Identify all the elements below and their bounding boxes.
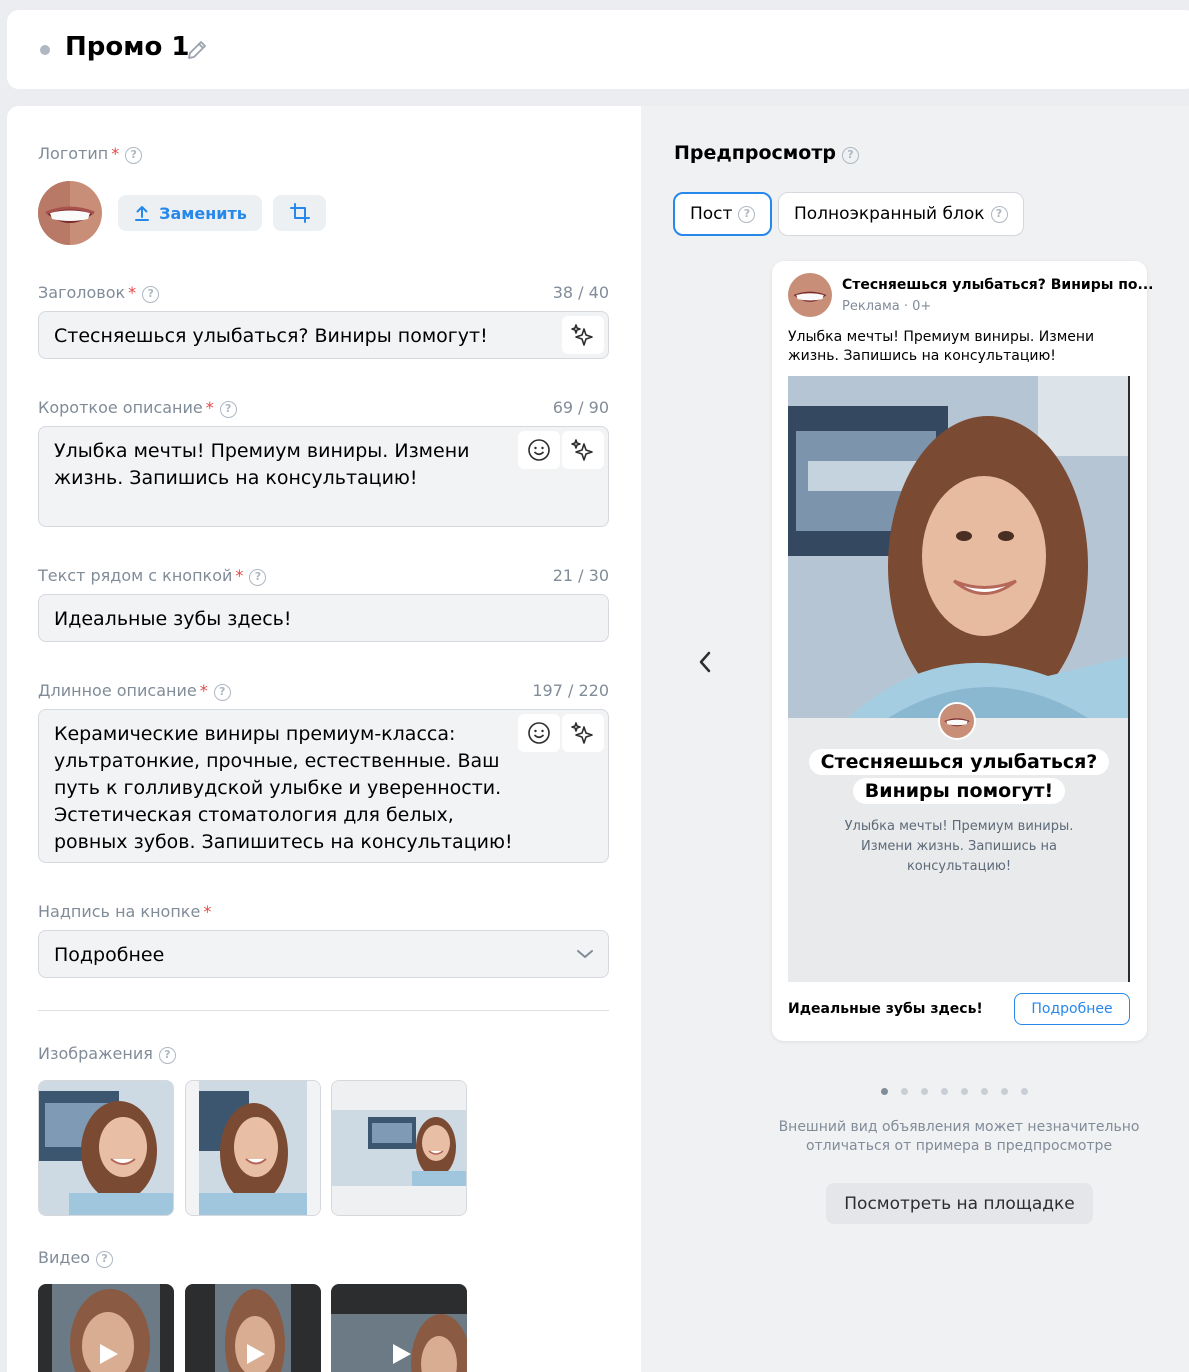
editor-panel: Логотип *? Заменить Заголовок *? 38 / 40 С…	[7, 106, 1189, 1372]
card-media: Стесняешься улыбаться? Виниры помогут! У…	[788, 376, 1130, 982]
card-text: Улыбка мечты! Премиум виниры. Измени жиз…	[788, 329, 1095, 364]
emoji-button[interactable]	[518, 714, 560, 752]
help-icon: ?	[219, 401, 237, 418]
logo-image	[38, 181, 102, 245]
help-icon: ?	[158, 1047, 176, 1064]
overlay-logo	[938, 702, 976, 740]
headline-label: Заголовок *?	[38, 283, 160, 303]
button-text-counter: 21 / 30	[552, 566, 609, 585]
divider	[38, 1010, 609, 1011]
preview-disclaimer: Внешний вид объявления может незначитель…	[778, 1119, 1140, 1154]
logo-label: Логотип *?	[38, 144, 143, 164]
short-desc-textarea[interactable]: Улыбка мечты! Премиум виниры. Измени жиз…	[38, 426, 609, 527]
short-desc-label: Короткое описание *?	[38, 398, 237, 418]
top-bar: Промо 1	[7, 10, 1189, 89]
emoji-icon	[528, 722, 550, 744]
video-thumbnail[interactable]	[185, 1284, 321, 1372]
sparkle-icon	[571, 324, 593, 346]
card-avatar	[788, 273, 832, 317]
edit-pencil-icon[interactable]	[185, 38, 209, 62]
help-icon: ?	[249, 569, 267, 586]
carousel-dot[interactable]	[961, 1088, 968, 1095]
card-meta: Реклама · 0+	[842, 299, 932, 314]
card-cta-text: Идеальные зубы здесь!	[788, 1001, 983, 1017]
view-on-platform-button[interactable]: Посмотреть на площадке	[826, 1183, 1093, 1224]
sparkle-icon	[571, 722, 593, 744]
ai-generate-button[interactable]	[562, 714, 604, 752]
carousel-dot[interactable]	[941, 1088, 948, 1095]
upload-icon	[135, 206, 150, 221]
help-icon: ?	[841, 147, 859, 164]
help-icon: ?	[96, 1251, 114, 1268]
card-headline: Стесняешься улыбаться? Виниры по...	[842, 277, 1154, 293]
help-icon: ?	[213, 684, 231, 701]
chevron-left-icon[interactable]	[697, 650, 713, 674]
carousel-dot[interactable]	[921, 1088, 928, 1095]
short-desc-counter: 69 / 90	[552, 398, 609, 417]
tab-fullscreen[interactable]: Полноэкранный блок?	[778, 192, 1024, 236]
overlay-text: Улыбка мечты! Премиум виниры. Измени жиз…	[844, 819, 1074, 874]
help-icon: ?	[738, 205, 756, 223]
emoji-button[interactable]	[518, 431, 560, 469]
image-thumbnail[interactable]	[331, 1080, 467, 1216]
long-desc-counter: 197 / 220	[532, 681, 609, 700]
image-thumbnail[interactable]	[38, 1080, 174, 1216]
ai-generate-button[interactable]	[562, 431, 604, 469]
sparkle-icon	[571, 439, 593, 461]
headline-input[interactable]: Стесняешься улыбаться? Виниры помогут!	[38, 311, 609, 359]
help-icon: ?	[125, 147, 143, 164]
button-text-label: Текст рядом с кнопкой *?	[38, 566, 267, 586]
video-label: Видео?	[38, 1248, 114, 1268]
crop-icon	[289, 203, 310, 223]
ai-generate-button[interactable]	[562, 316, 604, 354]
replace-logo-button[interactable]: Заменить	[118, 195, 262, 231]
images-label: Изображения?	[38, 1044, 176, 1064]
carousel-dot[interactable]	[981, 1088, 988, 1095]
long-desc-label: Длинное описание *?	[38, 681, 231, 701]
image-thumbnail[interactable]	[185, 1080, 321, 1216]
carousel-dot[interactable]	[881, 1088, 888, 1095]
button-caption-select[interactable]: Подробнее	[38, 930, 609, 978]
help-icon: ?	[990, 205, 1008, 223]
page-title: Промо 1	[65, 32, 190, 62]
preview-panel: Предпросмотр? Пост? Полноэкранный блок? …	[641, 106, 1189, 1372]
chevron-down-icon	[577, 950, 593, 958]
help-icon: ?	[142, 286, 160, 303]
long-desc-textarea[interactable]: Керамические виниры премиум-класса: ульт…	[38, 709, 609, 863]
button-caption-label: Надпись на кнопке *	[38, 902, 212, 921]
carousel-dot[interactable]	[1021, 1088, 1028, 1095]
tab-post[interactable]: Пост?	[673, 192, 773, 236]
crop-logo-button[interactable]	[273, 195, 326, 231]
headline-counter: 38 / 40	[552, 283, 609, 302]
card-photo	[788, 376, 1128, 718]
preview-card: Стесняешься улыбаться? Виниры по... Рекл…	[772, 261, 1154, 1041]
status-dot	[40, 45, 50, 55]
carousel-dot[interactable]	[1001, 1088, 1008, 1095]
video-thumbnail[interactable]	[331, 1284, 467, 1372]
overlay-title: Стесняешься улыбаться? Виниры помогут!	[788, 749, 1128, 804]
card-cta-button[interactable]: Подробнее	[1014, 993, 1130, 1025]
preview-title: Предпросмотр?	[674, 142, 859, 164]
carousel-dot[interactable]	[901, 1088, 908, 1095]
video-thumbnail[interactable]	[38, 1284, 174, 1372]
emoji-icon	[528, 439, 550, 461]
carousel-dots	[881, 1088, 1028, 1095]
button-text-input[interactable]: Идеальные зубы здесь!	[38, 594, 609, 642]
